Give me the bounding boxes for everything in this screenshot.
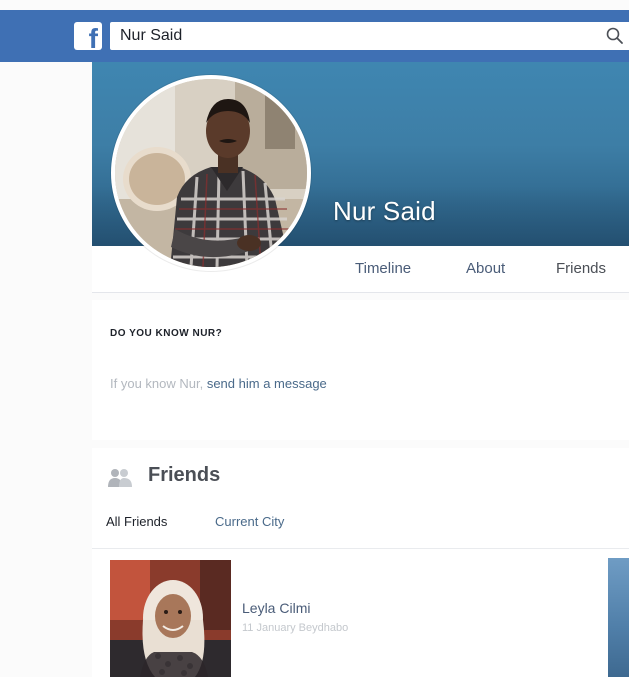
profile-page: f Nur Said Timeline About Friends (0, 0, 629, 677)
search-box[interactable] (110, 22, 629, 50)
search-input[interactable] (110, 22, 600, 50)
profile-name[interactable]: Nur Said (333, 196, 436, 227)
know-card-text: If you know Nur, send him a message (110, 376, 327, 391)
know-card-title: DO YOU KNOW NUR? (110, 328, 223, 339)
friends-divider (92, 548, 629, 549)
top-navigation-bar: f (0, 10, 629, 62)
profile-photo-image (115, 79, 307, 267)
friends-section-title[interactable]: Friends (148, 464, 220, 487)
tab-current-city[interactable]: Current City (215, 514, 284, 529)
tab-about[interactable]: About (466, 260, 505, 277)
friend-photo[interactable] (110, 560, 231, 677)
tab-timeline[interactable]: Timeline (355, 260, 411, 277)
tab-friends[interactable]: Friends (556, 260, 606, 277)
facebook-logo-icon[interactable]: f (74, 22, 102, 50)
search-icon[interactable] (605, 26, 625, 46)
friends-icon (108, 469, 132, 487)
friend-photo-image (110, 560, 231, 677)
next-friend-photo[interactable] (608, 558, 629, 677)
know-card: DO YOU KNOW NUR? If you know Nur, send h… (92, 300, 629, 440)
send-message-link[interactable]: send him a message (207, 376, 327, 391)
tab-all-friends[interactable]: All Friends (106, 514, 167, 529)
profile-picture[interactable] (111, 75, 311, 271)
friend-meta: 11 January Beydhabo (242, 622, 349, 634)
friend-name[interactable]: Leyla Cilmi (242, 600, 310, 616)
friends-card: Friends All Friends Current City Leyla C… (92, 448, 629, 677)
